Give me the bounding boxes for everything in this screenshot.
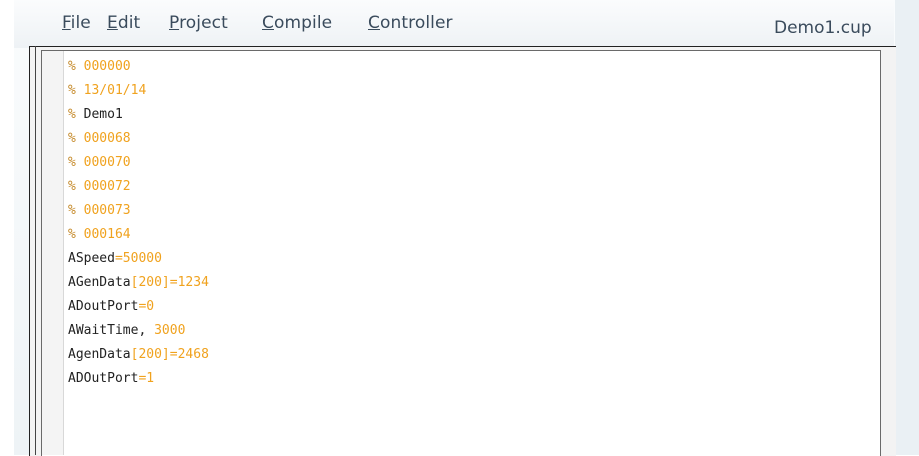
code-token: AGenData <box>68 275 131 290</box>
code-content[interactable]: % 000000% 13/01/14% Demo1% 000068% 00007… <box>68 55 209 391</box>
code-token: % <box>68 155 76 170</box>
code-token: 000072 <box>75 179 131 194</box>
code-line: % 13/01/14 <box>68 79 209 103</box>
code-line: % 000068 <box>68 127 209 151</box>
code-line: ADoutPort=0 <box>68 295 209 319</box>
code-token: =1 <box>138 371 155 386</box>
code-line: ADOutPort=1 <box>68 367 209 391</box>
code-token: [200]=2468 <box>130 347 209 362</box>
code-token: =0 <box>138 299 155 314</box>
code-token: ASpeed <box>68 251 115 266</box>
code-token: 3000 <box>146 323 186 338</box>
menu-compile[interactable]: Compile <box>262 13 332 33</box>
code-token: 000000 <box>75 59 131 74</box>
editor-gutter <box>42 51 64 455</box>
code-token: Demo1 <box>75 107 123 122</box>
code-token: =50000 <box>114 251 162 266</box>
code-token: % <box>68 227 76 242</box>
document-title: Demo1.cup <box>774 18 872 38</box>
code-token: 000073 <box>75 203 131 218</box>
code-line: % Demo1 <box>68 103 209 127</box>
right-edge <box>895 0 919 455</box>
code-line: % 000070 <box>68 151 209 175</box>
code-line: % 000164 <box>68 223 209 247</box>
code-token: [200]=1234 <box>130 275 209 290</box>
code-token: 000068 <box>75 131 131 146</box>
code-token: % <box>68 131 76 146</box>
code-token: ADOutPort <box>68 371 139 386</box>
code-token: % <box>68 83 76 98</box>
code-token: 000164 <box>75 227 131 242</box>
menu-file[interactable]: File <box>62 13 91 33</box>
editor-inner-divider <box>35 46 36 455</box>
code-token: ADoutPort <box>68 299 139 314</box>
code-token: % <box>68 179 76 194</box>
code-token: % <box>68 59 76 74</box>
code-line: AGenData[200]=1234 <box>68 271 209 295</box>
code-line: AgenData[200]=2468 <box>68 343 209 367</box>
code-token: 000070 <box>75 155 131 170</box>
code-token: 13/01/14 <box>75 83 147 98</box>
code-token: % <box>68 203 76 218</box>
code-token: % <box>68 107 76 122</box>
code-line: ASpeed=50000 <box>68 247 209 271</box>
code-line: AWaitTime, 3000 <box>68 319 209 343</box>
left-margin <box>0 0 14 455</box>
menu-controller[interactable]: Controller <box>368 13 453 33</box>
menu-project[interactable]: Project <box>169 13 228 33</box>
menu-edit[interactable]: Edit <box>107 13 140 33</box>
code-line: % 000072 <box>68 175 209 199</box>
menu-bar: File Edit Project Compile Controller Dem… <box>14 0 894 48</box>
code-token: AgenData <box>68 347 131 362</box>
code-line: % 000073 <box>68 199 209 223</box>
code-token: AWaitTime, <box>68 323 147 338</box>
code-line: % 000000 <box>68 55 209 79</box>
